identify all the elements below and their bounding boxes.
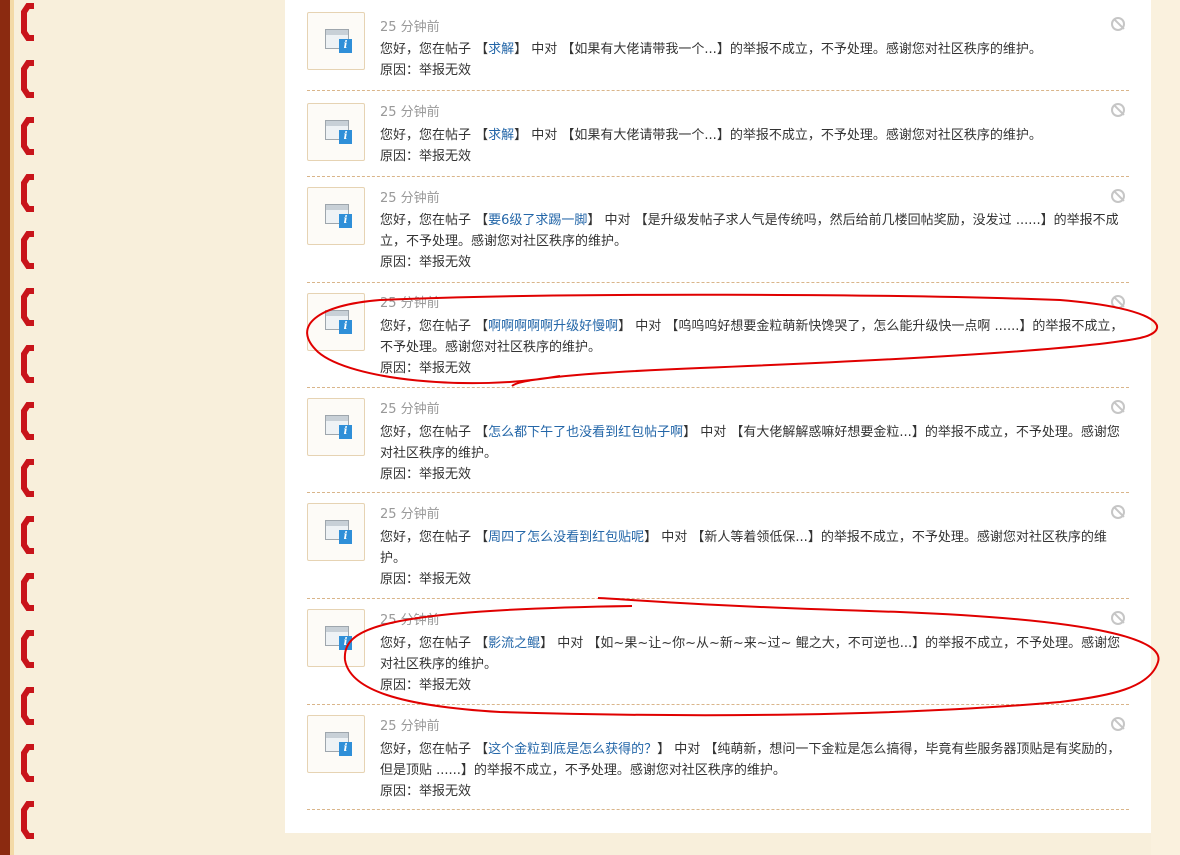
notice-reason: 原因：举报无效 (380, 63, 472, 78)
notice-message: 您好，您在帖子 【求解】 中对 【如果有大佬请带我一个...】的举报不成立，不予… (380, 128, 1042, 164)
thread-link[interactable]: 要6级了求踢一脚 (488, 213, 587, 228)
notice-message: 您好，您在帖子 【周四了怎么没看到红包贴呢】 中对 【新人等着领低保...】的举… (380, 530, 1107, 587)
ignore-icon[interactable] (1111, 505, 1125, 519)
ignore-icon[interactable] (1111, 17, 1125, 31)
system-notice-icon: i (307, 609, 365, 667)
system-notice-icon: i (307, 398, 365, 456)
thread-link[interactable]: 求解 (488, 42, 514, 57)
notice-reason: 原因：举报无效 (380, 255, 472, 270)
thread-link[interactable]: 影流之鲲 (488, 636, 540, 651)
system-notice-icon: i (307, 293, 365, 351)
ignore-icon[interactable] (1111, 611, 1125, 625)
notice-message: 您好，您在帖子 【这个金粒到底是怎么获得的？】 中对 【纯萌新，想问一下金粒是怎… (380, 742, 1121, 799)
notice-message: 您好，您在帖子 【求解】 中对 【如果有大佬请带我一个...】的举报不成立，不予… (380, 42, 1042, 78)
notice-time: 25 分钟前 (380, 296, 440, 311)
ignore-icon[interactable] (1111, 400, 1125, 414)
notice-message: 您好，您在帖子 【啊啊啊啊啊升级好慢啊】 中对 【呜呜呜好想要金粒萌新快馋哭了，… (380, 319, 1124, 376)
notice-time: 25 分钟前 (380, 105, 440, 120)
notice-time: 25 分钟前 (380, 191, 440, 206)
ignore-icon[interactable] (1111, 189, 1125, 203)
notice-reason: 原因：举报无效 (380, 467, 472, 482)
system-notice-icon: i (307, 187, 365, 245)
notice-time: 25 分钟前 (380, 613, 440, 628)
system-notice-icon: i (307, 12, 365, 70)
thread-link[interactable]: 求解 (488, 128, 514, 143)
notice-reason: 原因：举报无效 (380, 572, 472, 587)
thread-link[interactable]: 啊啊啊啊啊升级好慢啊 (488, 319, 618, 334)
notice-message: 您好，您在帖子 【要6级了求踢一脚】 中对 【是升级发帖子求人气是传统吗，然后给… (380, 213, 1119, 270)
notice-item: i 25 分钟前 您好，您在帖子 【怎么都下午了也没看到红包帖子啊】 中对 【有… (307, 388, 1129, 493)
notice-message: 您好，您在帖子 【怎么都下午了也没看到红包帖子啊】 中对 【有大佬解解惑嘛好想要… (380, 425, 1120, 482)
notice-item: i 25 分钟前 您好，您在帖子 【这个金粒到底是怎么获得的？】 中对 【纯萌新… (307, 705, 1129, 810)
notice-item: i 25 分钟前 您好，您在帖子 【求解】 中对 【如果有大佬请带我一个...】… (307, 91, 1129, 177)
right-margin (1151, 0, 1180, 855)
notice-item: i 25 分钟前 您好，您在帖子 【影流之鲲】 中对 【如~果~让~你~从~新~… (307, 599, 1129, 705)
notice-item: i 25 分钟前 您好，您在帖子 【求解】 中对 【如果有大佬请带我一个...】… (307, 0, 1129, 91)
notice-item: i 25 分钟前 您好，您在帖子 【啊啊啊啊啊升级好慢啊】 中对 【呜呜呜好想要… (307, 283, 1129, 388)
notice-message: 您好，您在帖子 【影流之鲲】 中对 【如~果~让~你~从~新~来~过~ 鲲之大，… (380, 636, 1121, 693)
notice-item: i 25 分钟前 您好，您在帖子 【周四了怎么没看到红包贴呢】 中对 【新人等着… (307, 493, 1129, 599)
notice-reason: 原因：举报无效 (380, 678, 472, 693)
notice-reason: 原因：举报无效 (380, 784, 472, 799)
thread-link[interactable]: 这个金粒到底是怎么获得的？ (488, 742, 657, 757)
thread-link[interactable]: 周四了怎么没看到红包贴呢 (488, 530, 644, 545)
notice-reason: 原因：举报无效 (380, 149, 472, 164)
notice-time: 25 分钟前 (380, 507, 440, 522)
ignore-icon[interactable] (1111, 103, 1125, 117)
border-stripe-light (10, 0, 14, 855)
notice-reason: 原因：举报无效 (380, 361, 472, 376)
thread-link[interactable]: 怎么都下午了也没看到红包帖子啊 (488, 425, 683, 440)
system-notice-icon: i (307, 103, 365, 161)
ignore-icon[interactable] (1111, 295, 1125, 309)
ignore-icon[interactable] (1111, 717, 1125, 731)
notice-time: 25 分钟前 (380, 402, 440, 417)
system-notice-icon: i (307, 503, 365, 561)
border-stripe (0, 0, 10, 855)
system-notice-icon: i (307, 715, 365, 773)
notice-time: 25 分钟前 (380, 719, 440, 734)
notice-item: i 25 分钟前 您好，您在帖子 【要6级了求踢一脚】 中对 【是升级发帖子求人… (307, 177, 1129, 283)
decorative-left-border (0, 0, 52, 855)
notice-time: 25 分钟前 (380, 20, 440, 35)
